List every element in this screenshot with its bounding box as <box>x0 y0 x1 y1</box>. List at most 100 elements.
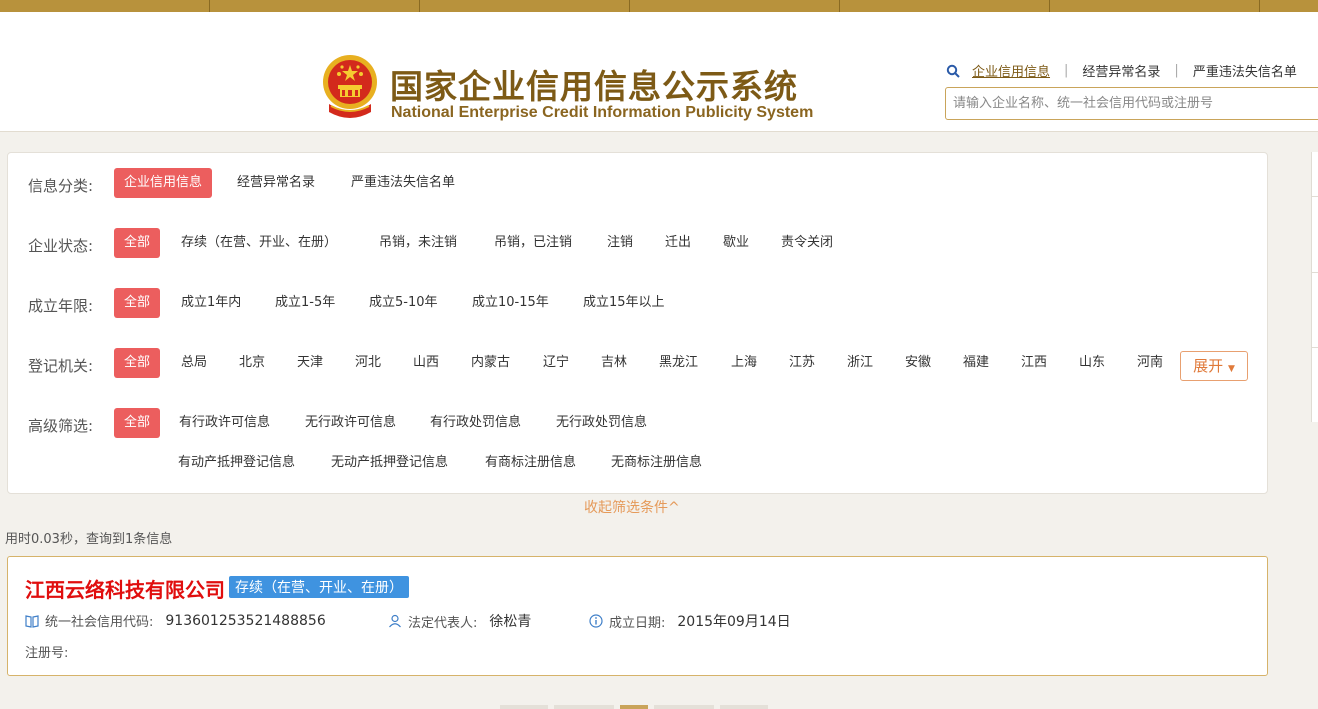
filter-authority-item[interactable]: 上海 <box>731 348 757 378</box>
divider <box>1312 347 1318 348</box>
legal-rep-label: 法定代表人: <box>408 615 478 631</box>
credit-code-label: 统一社会信用代码: <box>45 615 154 630</box>
filter-advanced-item[interactable]: 有行政处罚信息 <box>430 408 521 438</box>
filter-age-5-10y[interactable]: 成立5-10年 <box>369 288 438 318</box>
filter-authority-item[interactable]: 总局 <box>181 348 207 378</box>
expand-button[interactable]: 展开 ▼ <box>1180 351 1248 381</box>
founded-date-label: 成立日期: <box>609 615 666 631</box>
top-bar-segment <box>0 0 210 12</box>
top-nav: 企业信用信息 | 经营异常名录 | 严重违法失信名单 <box>946 61 1297 80</box>
filter-age-15y-plus[interactable]: 成立15年以上 <box>583 288 665 318</box>
filter-category-credit[interactable]: 企业信用信息 <box>114 168 213 198</box>
top-bar-segment <box>420 0 630 12</box>
filter-authority-item[interactable]: 山东 <box>1079 348 1105 378</box>
filter-age-1-5y[interactable]: 成立1-5年 <box>275 288 335 318</box>
founded-date-field: 成立日期: 2015年09月14日 <box>589 611 791 631</box>
page-button[interactable] <box>554 705 614 709</box>
filter-status-revoked-cancelled[interactable]: 吊销，已注销 <box>494 228 572 258</box>
person-icon <box>389 614 401 628</box>
filter-authority-item[interactable]: 安徽 <box>905 348 931 378</box>
status-badge: 存续（在营、开业、在册） <box>229 576 409 598</box>
filter-authority-item[interactable]: 河南 <box>1137 348 1163 378</box>
top-bar-segment <box>630 0 840 12</box>
page-button[interactable] <box>720 705 768 709</box>
search-icon[interactable] <box>946 64 960 78</box>
filter-label-age: 成立年限: <box>28 297 94 315</box>
nav-abnormal-list[interactable]: 经营异常名录 <box>1082 61 1160 80</box>
site-title: 国家企业信用信息公示系统 <box>390 67 798 106</box>
filter-status-active[interactable]: 存续（在营、开业、在册） <box>181 228 337 258</box>
filter-advanced-item[interactable]: 无行政许可信息 <box>305 408 396 438</box>
filter-category-blacklist[interactable]: 严重违法失信名单 <box>351 168 455 198</box>
filter-advanced-item[interactable]: 有商标注册信息 <box>485 448 576 478</box>
credit-code-value: 913601253521488856 <box>165 612 326 629</box>
filter-authority-item[interactable]: 北京 <box>239 348 265 378</box>
top-bar <box>0 0 1318 12</box>
filter-advanced-item[interactable]: 无行政处罚信息 <box>556 408 647 438</box>
filter-authority-item[interactable]: 江苏 <box>789 348 815 378</box>
filter-authority-item[interactable]: 辽宁 <box>543 348 569 378</box>
filter-age-10-15y[interactable]: 成立10-15年 <box>472 288 549 318</box>
info-icon <box>589 614 603 628</box>
filter-status-closed[interactable]: 责令关闭 <box>781 228 833 258</box>
nav-credit-info[interactable]: 企业信用信息 <box>972 61 1050 80</box>
filter-authority-item[interactable]: 吉林 <box>601 348 627 378</box>
registration-number-label: 注册号: <box>25 646 69 661</box>
filter-authority-item[interactable]: 福建 <box>963 348 989 378</box>
credit-code-field: 统一社会信用代码: 913601253521488856 <box>25 611 326 630</box>
top-bar-segment <box>1050 0 1260 12</box>
filter-authority-item[interactable]: 黑龙江 <box>659 348 698 378</box>
filter-authority-item[interactable]: 山西 <box>413 348 439 378</box>
filter-label-category: 信息分类: <box>28 177 94 195</box>
search-input[interactable] <box>946 88 1318 119</box>
collapse-filters-link[interactable]: 收起筛选条件^ <box>584 497 680 517</box>
company-name[interactable]: 江西云络科技有限公司 <box>25 574 225 603</box>
filter-advanced-all[interactable]: 全部 <box>114 408 161 438</box>
caret-down-icon: ▼ <box>1227 364 1235 374</box>
nav-separator: | <box>1174 63 1179 78</box>
filter-panel: 信息分类: 企业信用信息 经营异常名录 严重违法失信名单 企业状态: 全部 存续… <box>7 152 1268 494</box>
right-side-panel <box>1311 152 1318 422</box>
filter-authority-all[interactable]: 全部 <box>114 348 161 378</box>
search-box <box>945 87 1318 120</box>
filter-advanced-item[interactable]: 有行政许可信息 <box>179 408 270 438</box>
filter-label-advanced: 高级筛选: <box>28 417 94 435</box>
nav-blacklist[interactable]: 严重违法失信名单 <box>1193 61 1297 80</box>
filter-status-moved-out[interactable]: 迁出 <box>665 228 691 258</box>
query-stats: 用时0.03秒，查询到1条信息 <box>5 532 173 547</box>
filter-label-authority: 登记机关: <box>28 357 94 375</box>
filter-category-abnormal[interactable]: 经营异常名录 <box>237 168 315 198</box>
pagination <box>500 705 768 709</box>
filter-age-1y[interactable]: 成立1年内 <box>181 288 241 318</box>
legal-rep-field: 法定代表人: 徐松青 <box>388 611 531 631</box>
filter-age-all[interactable]: 全部 <box>114 288 161 318</box>
filter-label-status: 企业状态: <box>28 237 94 255</box>
result-card[interactable]: 江西云络科技有限公司 存续（在营、开业、在册） 统一社会信用代码: 913601… <box>7 556 1268 676</box>
filter-advanced-item[interactable]: 有动产抵押登记信息 <box>178 448 295 478</box>
filter-status-suspended[interactable]: 歇业 <box>723 228 749 258</box>
filter-authority-item[interactable]: 天津 <box>297 348 323 378</box>
filter-authority-item[interactable]: 内蒙古 <box>471 348 510 378</box>
filter-status-all[interactable]: 全部 <box>114 228 161 258</box>
filter-status-cancelled[interactable]: 注销 <box>607 228 633 258</box>
top-bar-segment <box>210 0 420 12</box>
site-subtitle: National Enterprise Credit Information P… <box>391 104 814 121</box>
filter-authority-item[interactable]: 江西 <box>1021 348 1047 378</box>
divider <box>1312 196 1318 197</box>
filter-status-revoked-not-cancelled[interactable]: 吊销，未注销 <box>379 228 457 258</box>
filter-authority-item[interactable]: 河北 <box>355 348 381 378</box>
page-button[interactable] <box>654 705 714 709</box>
expand-label: 展开 <box>1193 357 1224 375</box>
page-button[interactable] <box>620 705 648 709</box>
site-header: 国家企业信用信息公示系统 National Enterprise Credit … <box>0 12 1318 132</box>
divider <box>1312 272 1318 273</box>
legal-rep-value: 徐松青 <box>489 614 532 630</box>
national-emblem-icon <box>323 55 377 118</box>
founded-date-value: 2015年09月14日 <box>677 614 791 630</box>
filter-advanced-item[interactable]: 无商标注册信息 <box>611 448 702 478</box>
filter-authority-item[interactable]: 浙江 <box>847 348 873 378</box>
filter-advanced-item[interactable]: 无动产抵押登记信息 <box>331 448 448 478</box>
page-button[interactable] <box>500 705 548 709</box>
nav-separator: | <box>1064 63 1069 78</box>
book-icon <box>25 614 39 628</box>
